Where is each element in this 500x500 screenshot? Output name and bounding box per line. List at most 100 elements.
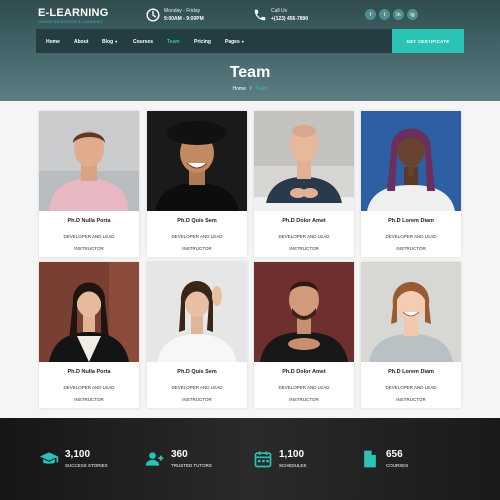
stat-label: SUCCESS STORIES <box>65 463 108 468</box>
brand-tagline: ONLINE EDUCATION & LEARNING <box>38 20 103 24</box>
call-label: Call Us <box>271 8 288 14</box>
role-line-1: DEVELOPER AND LEAD <box>63 385 115 390</box>
breadcrumb-home[interactable]: Home <box>233 86 246 92</box>
brand-name: E-LEARNING <box>38 7 109 19</box>
role-line-1: DEVELOPER AND LEAD <box>278 234 330 239</box>
document-icon <box>360 449 380 469</box>
chevron-down-icon: ▾ <box>241 39 244 44</box>
team-member-role: DEVELOPER AND LEAD INSTRUCTOR <box>147 231 247 255</box>
twitter-icon[interactable]: t <box>379 9 390 20</box>
stat-label: SCHEDULES <box>279 463 307 468</box>
role-line-1: DEVELOPER AND LEAD <box>63 234 115 239</box>
role-line-2: INSTRUCTOR <box>396 397 426 402</box>
role-line-2: INSTRUCTOR <box>289 246 319 251</box>
nav-blog-label: Blog <box>102 39 114 45</box>
team-member-photo <box>147 111 247 211</box>
stat-value: 3,100 <box>65 449 91 460</box>
stat-success-stories: 3,100 SUCCESS STORIES <box>39 449 108 469</box>
get-certificate-button[interactable]: GET CERTIFICATE <box>392 29 464 53</box>
nav-blog[interactable]: Blog ▾ <box>102 39 117 45</box>
team-card[interactable]: Ph.D Dolor Amet DEVELOPER AND LEAD INSTRU… <box>254 262 354 408</box>
team-card[interactable]: Ph.D Quis Sem DEVELOPER AND LEAD INSTRUCT… <box>147 262 247 408</box>
hero-header: E-LEARNING ONLINE EDUCATION & LEARNING M… <box>0 0 500 101</box>
team-member-name: Ph.D Dolor Amet <box>282 369 326 375</box>
team-member-role: DEVELOPER AND LEAD INSTRUCTOR <box>361 382 461 406</box>
stat-label: TRUSTED TUTORS <box>171 463 212 468</box>
stat-value: 1,100 <box>279 449 305 460</box>
hours-value: 9:00AM - 9:00PM <box>164 16 204 22</box>
team-member-photo <box>39 111 139 211</box>
team-member-name: Ph.D Quis Sem <box>177 369 217 375</box>
stat-schedules: 1,100 SCHEDULES <box>253 449 307 469</box>
chevron-down-icon: ▾ <box>115 39 118 44</box>
stat-value: 656 <box>386 449 403 460</box>
phone-icon <box>253 8 267 22</box>
team-member-role: DEVELOPER AND LEAD INSTRUCTOR <box>147 382 247 406</box>
brand-logo[interactable]: E-LEARNING ONLINE EDUCATION & LEARNING <box>38 7 108 24</box>
social-links: f t in ig <box>365 9 418 20</box>
role-line-1: DEVELOPER AND LEAD <box>278 385 330 390</box>
team-member-photo <box>254 111 354 211</box>
stats-section: 3,100 SUCCESS STORIES 360 TRUSTED TUTORS… <box>0 418 500 500</box>
nav-team[interactable]: Team <box>167 39 180 45</box>
stat-courses: 656 COURSES <box>360 449 408 469</box>
team-member-role: DEVELOPER AND LEAD INSTRUCTOR <box>361 231 461 255</box>
role-line-2: INSTRUCTOR <box>182 397 212 402</box>
role-line-2: INSTRUCTOR <box>182 246 212 251</box>
team-member-name: Ph.D Nulla Porta <box>67 218 111 224</box>
role-line-2: INSTRUCTOR <box>289 397 319 402</box>
graduation-cap-icon <box>39 449 59 469</box>
role-line-2: INSTRUCTOR <box>74 397 104 402</box>
team-member-photo <box>147 262 247 362</box>
call-us[interactable]: Call Us +(123) 456-7890 <box>253 7 308 23</box>
team-member-name: Ph.D Quis Sem <box>177 218 217 224</box>
team-member-photo <box>39 262 139 362</box>
role-line-1: DEVELOPER AND LEAD <box>385 234 437 239</box>
team-member-photo <box>254 262 354 362</box>
team-member-photo <box>361 262 461 362</box>
linkedin-icon[interactable]: in <box>393 9 404 20</box>
team-member-role: DEVELOPER AND LEAD INSTRUCTOR <box>254 231 354 255</box>
breadcrumb-separator: / <box>249 86 252 92</box>
nav-courses[interactable]: Courses <box>133 39 153 45</box>
calendar-icon <box>253 449 273 469</box>
team-member-role: DEVELOPER AND LEAD INSTRUCTOR <box>39 231 139 255</box>
facebook-icon[interactable]: f <box>365 9 376 20</box>
role-line-1: DEVELOPER AND LEAD <box>385 385 437 390</box>
instagram-icon[interactable]: ig <box>407 9 418 20</box>
team-member-name: Ph.D Nulla Porta <box>67 369 111 375</box>
team-member-role: DEVELOPER AND LEAD INSTRUCTOR <box>39 382 139 406</box>
user-plus-icon <box>145 449 165 469</box>
breadcrumb-current: Team <box>255 86 268 92</box>
team-card[interactable]: Ph.D Lorem Diam DEVELOPER AND LEAD INSTRU… <box>361 111 461 257</box>
opening-hours: Monday - Friday 9:00AM - 9:00PM <box>146 7 204 23</box>
team-member-name: Ph.D Dolor Amet <box>282 218 326 224</box>
team-card[interactable]: Ph.D Lorem Diam DEVELOPER AND LEAD INSTRU… <box>361 262 461 408</box>
breadcrumb: Home / Team <box>0 86 500 92</box>
role-line-2: INSTRUCTOR <box>396 246 426 251</box>
nav-pages-label: Pages <box>225 39 240 45</box>
team-card[interactable]: Ph.D Nulla Porta DEVELOPER AND LEAD INSTR… <box>39 262 139 408</box>
team-member-role: DEVELOPER AND LEAD INSTRUCTOR <box>254 382 354 406</box>
nav-home[interactable]: Home <box>46 39 60 45</box>
nav-pricing[interactable]: Pricing <box>194 39 211 45</box>
nav-about[interactable]: About <box>74 39 88 45</box>
clock-icon <box>146 8 160 22</box>
team-member-name: Ph.D Lorem Diam <box>388 369 434 375</box>
team-member-name: Ph.D Lorem Diam <box>388 218 434 224</box>
team-card[interactable]: Ph.D Dolor Amet DEVELOPER AND LEAD INSTRU… <box>254 111 354 257</box>
team-card[interactable]: Ph.D Quis Sem DEVELOPER AND LEAD INSTRUCT… <box>147 111 247 257</box>
team-card[interactable]: Ph.D Nulla Porta DEVELOPER AND LEAD INSTR… <box>39 111 139 257</box>
stat-value: 360 <box>171 449 188 460</box>
main-navbar: Home About Blog ▾ Courses Team Pricing Pa… <box>36 29 464 53</box>
role-line-1: DEVELOPER AND LEAD <box>171 234 223 239</box>
team-member-photo <box>361 111 461 211</box>
stat-trusted-tutors: 360 TRUSTED TUTORS <box>145 449 212 469</box>
role-line-2: INSTRUCTOR <box>74 246 104 251</box>
hours-label: Monday - Friday <box>164 8 201 14</box>
stat-label: COURSES <box>386 463 409 468</box>
page-title: Team <box>229 64 271 81</box>
role-line-1: DEVELOPER AND LEAD <box>171 385 223 390</box>
nav-pages[interactable]: Pages ▾ <box>225 39 244 45</box>
call-value: +(123) 456-7890 <box>271 16 309 22</box>
